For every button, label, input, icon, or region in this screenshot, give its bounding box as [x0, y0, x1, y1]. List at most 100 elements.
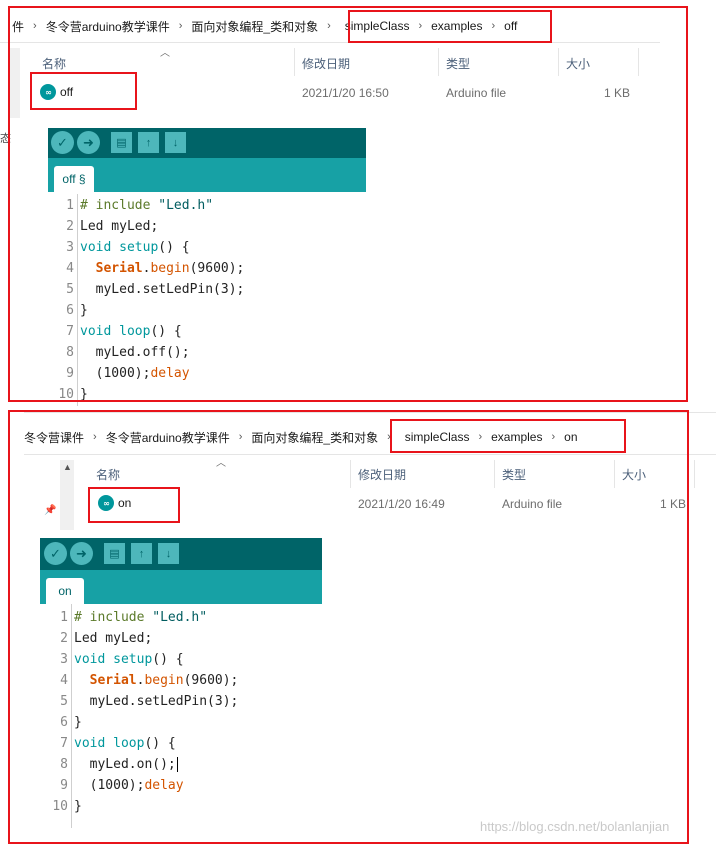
breadcrumb-segment[interactable]: 面向对象编程_类和对象 — [251, 429, 378, 446]
line-number: 10 — [58, 387, 74, 402]
line-number: 9 — [66, 366, 74, 381]
column-header-size[interactable]: 大小 — [566, 55, 590, 72]
code-line: # include "Led.h" — [80, 195, 213, 216]
column-header-size[interactable]: 大小 — [622, 466, 646, 483]
code-line: # include "Led.h" — [74, 607, 207, 628]
code-token: () { — [158, 240, 190, 255]
breadcrumb-segment[interactable]: simpleClass — [405, 430, 470, 444]
open-sketch-icon[interactable]: ↑ — [138, 132, 159, 153]
verify-icon[interactable]: ✓ — [44, 542, 67, 565]
code-token: begin — [144, 673, 184, 688]
code-token: # include — [80, 198, 159, 213]
column-divider — [494, 460, 495, 488]
ide-toolbar: ✓ ➜ ▤ ↑ ↓ — [48, 128, 366, 158]
column-header-name[interactable]: 名称 — [42, 55, 66, 72]
code-line: Serial.begin(9600); — [74, 670, 239, 691]
breadcrumb-separator-icon: › — [478, 431, 483, 443]
scroll-up-icon[interactable]: ▲ — [63, 462, 72, 472]
code-token: begin — [150, 261, 190, 276]
column-header-type[interactable]: 类型 — [502, 466, 526, 483]
code-line: } — [80, 384, 88, 405]
verify-icon[interactable]: ✓ — [51, 131, 74, 154]
breadcrumb-segment[interactable]: 冬令营arduino教学课件 — [46, 18, 170, 35]
breadcrumb-segment[interactable]: 冬令营arduino教学课件 — [106, 429, 230, 446]
breadcrumb-segment[interactable]: simpleClass — [345, 19, 410, 33]
file-date: 2021/1/20 16:49 — [358, 497, 445, 511]
code-token: () { — [150, 324, 182, 339]
line-number: 2 — [66, 219, 74, 234]
sketch-tab[interactable]: on — [46, 578, 84, 604]
ide-toolbar: ✓ ➜ ▤ ↑ ↓ — [40, 538, 322, 570]
code-line: void loop() { — [80, 321, 182, 342]
arduino-icon: ∞ — [98, 495, 114, 511]
column-header-date[interactable]: 修改日期 — [358, 466, 406, 483]
line-number: 9 — [60, 778, 68, 793]
column-header-type[interactable]: 类型 — [446, 55, 470, 72]
breadcrumb-separator-icon: › — [327, 20, 331, 32]
address-breadcrumb[interactable]: 冬令营课件 › 冬令营arduino教学课件 › 面向对象编程_类和对象 › s… — [24, 423, 578, 451]
code-line: } — [74, 712, 82, 733]
line-number: 1 — [60, 610, 68, 625]
breadcrumb-separator-icon: › — [491, 20, 496, 32]
line-number: 2 — [60, 631, 68, 646]
column-header-date[interactable]: 修改日期 — [302, 55, 350, 72]
code-editor[interactable]: 1 # include "Led.h" 2 Led myLed; 3 void setup… — [42, 607, 342, 822]
upload-icon[interactable]: ➜ — [70, 542, 93, 565]
code-token: } — [80, 387, 88, 402]
new-sketch-icon[interactable]: ▤ — [104, 543, 125, 564]
code-line: } — [80, 300, 88, 321]
code-token: (1000); — [89, 778, 145, 793]
line-number: 4 — [60, 673, 68, 688]
save-sketch-icon[interactable]: ↓ — [158, 543, 179, 564]
truncated-text: 态 — [0, 133, 11, 145]
code-token: void — [74, 652, 114, 667]
file-name: on — [118, 496, 132, 510]
breadcrumb-segment[interactable]: examples — [431, 19, 482, 33]
sketch-tab[interactable]: off § — [54, 166, 94, 192]
code-editor[interactable]: 1 # include "Led.h" 2 Led myLed; 3 void setup… — [48, 195, 348, 405]
code-token: (9600); — [183, 673, 239, 688]
code-line: myLed.off(); — [80, 342, 190, 363]
code-token: "Led.h" — [158, 198, 214, 213]
breadcrumb-separator-icon: › — [33, 20, 37, 32]
code-token: Led myLed; — [74, 631, 153, 646]
line-number: 1 — [66, 198, 74, 213]
line-number: 6 — [60, 715, 68, 730]
address-breadcrumb[interactable]: 件 › 冬令营arduino教学课件 › 面向对象编程_类和对象 › simpl… — [12, 12, 517, 40]
new-sketch-icon[interactable]: ▤ — [111, 132, 132, 153]
vertical-scrollbar[interactable] — [8, 48, 20, 118]
arduino-icon: ∞ — [40, 84, 56, 100]
code-line: (1000);delay — [74, 775, 184, 796]
code-token: (1000); — [95, 366, 151, 381]
text-caret — [176, 757, 178, 772]
breadcrumb-segment[interactable]: examples — [491, 430, 542, 444]
column-divider — [350, 460, 351, 488]
code-token: void — [74, 736, 114, 751]
file-type: Arduino file — [502, 497, 563, 511]
breadcrumb-separator-icon: › — [93, 431, 97, 443]
breadcrumb-segment[interactable]: 件 — [12, 18, 24, 35]
code-token: "Led.h" — [152, 610, 208, 625]
code-token: (9600); — [189, 261, 245, 276]
line-number: 5 — [60, 694, 68, 709]
sort-ascending-icon: ︿ — [160, 48, 170, 59]
code-line: Serial.begin(9600); — [80, 258, 245, 279]
breadcrumb-segment[interactable]: off — [504, 19, 517, 33]
code-line: myLed.setLedPin(3); — [80, 279, 245, 300]
save-sketch-icon[interactable]: ↓ — [165, 132, 186, 153]
breadcrumb-segment[interactable]: 冬令营课件 — [24, 429, 84, 446]
breadcrumb-segment[interactable]: 面向对象编程_类和对象 — [191, 18, 318, 35]
upload-icon[interactable]: ➜ — [77, 131, 100, 154]
file-row[interactable]: ∞ off — [40, 79, 73, 105]
code-line: void setup() { — [80, 237, 190, 258]
breadcrumb-segment[interactable]: on — [564, 430, 577, 444]
column-header-name[interactable]: 名称 — [96, 466, 120, 483]
open-sketch-icon[interactable]: ↑ — [131, 543, 152, 564]
code-token: myLed.setLedPin(3); — [95, 282, 245, 297]
code-token: () { — [152, 652, 184, 667]
file-row[interactable]: ∞ on — [98, 490, 131, 516]
code-line: myLed.setLedPin(3); — [74, 691, 239, 712]
